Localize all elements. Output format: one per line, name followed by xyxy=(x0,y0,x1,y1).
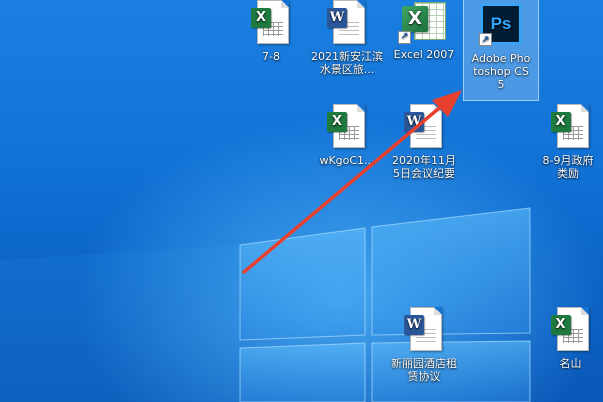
desktop-icon-photoshop[interactable]: Ps ↗ Adobe Photoshop CS5 xyxy=(463,0,539,101)
desktop[interactable]: X 7-8 W 2021新安江滨水景区旅... X ↗ Excel 2007 P… xyxy=(0,0,603,402)
icon-label: 2021新安江滨水景区旅... xyxy=(311,50,383,76)
shortcut-arrow-icon: ↗ xyxy=(479,33,492,46)
excel-file-icon: X xyxy=(550,307,591,351)
icon-label: Excel 2007 xyxy=(393,48,455,61)
word-file-icon: W xyxy=(404,104,444,148)
icon-label: 新丽园酒店租赁协议 xyxy=(391,357,457,383)
desktop-icon-excel-2007[interactable]: X ↗ Excel 2007 xyxy=(387,0,461,61)
desktop-icon-hotel-lease[interactable]: W 新丽园酒店租赁协议 xyxy=(387,307,461,383)
desktop-icon-7-8[interactable]: X 7-8 xyxy=(234,0,308,63)
desktop-icon-meeting-minutes[interactable]: W 2020年11月5日会议纪要 xyxy=(387,104,461,180)
desktop-icon-wkgoc1[interactable]: X wKgoC1... xyxy=(310,104,384,167)
icon-label: Adobe Photoshop CS5 xyxy=(471,52,531,91)
shortcut-arrow-icon: ↗ xyxy=(398,31,411,44)
icon-label: 名山 xyxy=(559,357,582,370)
desktop-icon-government-award[interactable]: X 8-9月政府类励 xyxy=(538,104,603,180)
icon-label: wKgoC1... xyxy=(319,154,375,167)
word-file-icon: W xyxy=(404,307,444,351)
icon-label: 8-9月政府类励 xyxy=(542,154,594,180)
word-file-icon: W xyxy=(327,0,367,44)
desktop-icon-2021-scenic[interactable]: W 2021新安江滨水景区旅... xyxy=(310,0,384,76)
excel-file-icon: X xyxy=(327,104,367,148)
excel-file-icon: X xyxy=(251,0,291,44)
excel-file-icon: X xyxy=(550,104,591,148)
icon-label: 7-8 xyxy=(262,50,280,63)
excel-app-icon: X ↗ xyxy=(398,0,446,44)
icon-label: 2020年11月5日会议纪要 xyxy=(392,154,456,180)
desktop-icon-mingshan[interactable]: X 名山 xyxy=(538,307,603,370)
photoshop-app-icon: Ps ↗ xyxy=(479,4,521,46)
